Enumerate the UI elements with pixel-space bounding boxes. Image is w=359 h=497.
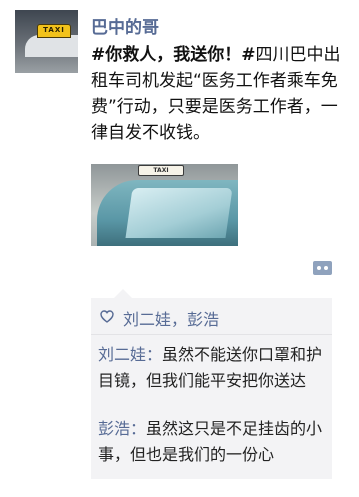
comment-item[interactable]: 彭浩：虽然这只是不足挂齿的小事，但也是我们的一份心 — [98, 416, 330, 468]
likes-comments-panel: 刘二娃，彭浩 刘二娃：虽然不能送你口罩和护目镜，但我们能平安把你送达 彭浩：虽然… — [91, 289, 332, 479]
like-names[interactable]: 刘二娃，彭浩 — [123, 310, 219, 330]
comment-author[interactable]: 彭浩： — [98, 419, 146, 438]
taxi-windshield — [125, 188, 233, 238]
taxi-roof — [25, 35, 78, 57]
post-hashtag[interactable]: #你救人，我送你！# — [91, 45, 256, 65]
avatar[interactable]: TAXI — [15, 10, 78, 73]
comment-item[interactable]: 刘二娃：虽然不能送你口罩和护目镜，但我们能平安把你送达 — [98, 342, 330, 394]
taxi-sign-icon: TAXI — [37, 24, 71, 38]
post-content: #你救人，我送你！#四川巴中出租车司机发起“医务工作者乘车免费”行动，只要是医务… — [91, 42, 341, 146]
comment-dots-icon — [317, 266, 321, 270]
heart-outline-icon — [100, 310, 114, 323]
post-photo[interactable]: TAXI — [91, 164, 238, 246]
post-author-name[interactable]: 巴中的哥 — [91, 13, 159, 38]
comment-button[interactable] — [313, 261, 332, 275]
likes-row: 刘二娃，彭浩 — [91, 298, 332, 335]
taxi-roof-sign: TAXI — [138, 165, 184, 176]
comment-author[interactable]: 刘二娃： — [98, 345, 162, 364]
